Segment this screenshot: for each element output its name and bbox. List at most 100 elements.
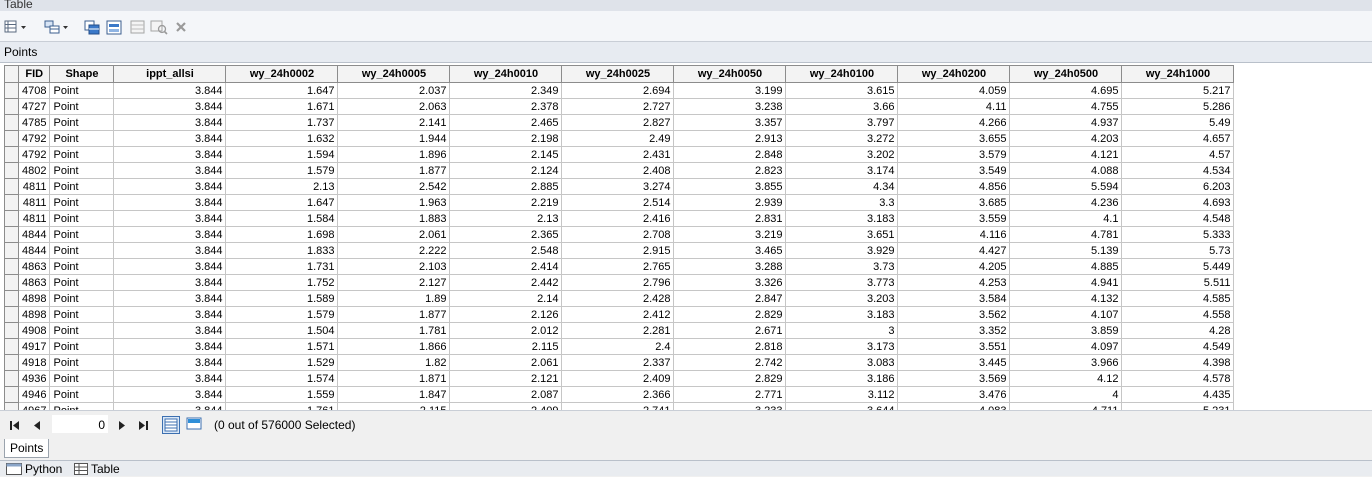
table-cell[interactable]: 4.427 [897,242,1011,259]
next-record-icon[interactable] [114,418,128,432]
table-cell[interactable]: 1.579 [225,162,339,179]
table-cell[interactable]: 2.365 [449,226,563,243]
table-cell[interactable]: 2.49 [561,130,675,147]
table-cell[interactable]: 5.286 [1121,98,1235,115]
table-row[interactable]: 4946 Point 3.844 1.559 1.847 2.087 2.366 2.771 3… [4,386,1235,403]
table-cell[interactable]: 2.831 [673,210,787,227]
switch-selection-icon[interactable] [106,19,122,35]
table-cell[interactable]: 3.183 [785,306,899,323]
table-cell[interactable]: 3.844 [113,210,227,227]
table-cell[interactable]: 2.127 [337,274,451,291]
table-cell[interactable]: 5.217 [1121,82,1235,99]
table-cell[interactable]: 4811 [17,178,51,195]
table-cell[interactable]: 3.844 [113,386,227,403]
table-cell[interactable]: 4811 [17,194,51,211]
table-cell[interactable]: 1.671 [225,98,339,115]
table-cell[interactable]: 4.711 [1009,402,1123,410]
table-cell[interactable]: 4898 [17,290,51,307]
table-cell[interactable]: 4.203 [1009,130,1123,147]
table-cell[interactable]: 2.848 [673,146,787,163]
table-cell[interactable]: 3 [785,322,899,339]
table-cell[interactable]: 3.844 [113,322,227,339]
previous-record-icon[interactable] [30,418,44,432]
table-cell[interactable]: 2.414 [449,258,563,275]
table-cell[interactable]: 2.012 [449,322,563,339]
row-selector[interactable] [4,338,19,355]
select-by-attributes-icon[interactable] [84,19,100,35]
table-cell[interactable]: 2.913 [673,130,787,147]
table-cell[interactable]: 4908 [17,322,51,339]
table-cell[interactable]: 3.844 [113,274,227,291]
column-header[interactable]: wy_24h1000 [1121,65,1235,83]
table-row[interactable]: 4908 Point 3.844 1.504 1.781 2.012 2.281 2.671 3… [4,322,1235,339]
table-cell[interactable]: 2.847 [673,290,787,307]
table-cell[interactable]: 3.797 [785,114,899,131]
table-cell[interactable]: 3.579 [897,146,1011,163]
table-cell[interactable]: 1.877 [337,306,451,323]
tab-points[interactable]: Points [4,439,50,458]
table-cell[interactable]: 4.755 [1009,98,1123,115]
table-cell[interactable]: 2.349 [449,82,563,99]
table-cell[interactable]: 5.49 [1121,114,1235,131]
table-cell[interactable]: 3.352 [897,322,1011,339]
row-selector[interactable] [4,322,19,339]
table-cell[interactable]: 1.883 [337,210,451,227]
column-header[interactable]: wy_24h0005 [337,65,451,83]
table-cell[interactable]: 2.742 [673,354,787,371]
table-row[interactable]: 4898 Point 3.844 1.579 1.877 2.126 2.412 2.829 3… [4,306,1235,323]
table-cell[interactable]: 2.741 [561,402,675,410]
table-cell[interactable]: Point [49,370,115,387]
table-cell[interactable]: 4.236 [1009,194,1123,211]
table-cell[interactable]: 3.233 [673,402,787,410]
row-selector[interactable] [4,162,19,179]
table-cell[interactable]: 5.511 [1121,274,1235,291]
table-cell[interactable]: Point [49,130,115,147]
table-cell[interactable]: Point [49,242,115,259]
table-cell[interactable]: 1.504 [225,322,339,339]
table-cell[interactable]: 2.514 [561,194,675,211]
table-cell[interactable]: 3.66 [785,98,899,115]
table-cell[interactable]: 5.231 [1121,402,1235,410]
first-record-icon[interactable] [8,418,22,432]
table-cell[interactable]: 3.859 [1009,322,1123,339]
table-cell[interactable]: 1.833 [225,242,339,259]
table-cell[interactable]: 4.657 [1121,130,1235,147]
table-cell[interactable]: 1.866 [337,338,451,355]
row-selector[interactable] [4,146,19,163]
table-cell[interactable]: 4863 [17,258,51,275]
table-cell[interactable]: 1.584 [225,210,339,227]
table-cell[interactable]: 4917 [17,338,51,355]
table-cell[interactable]: 2.14 [449,290,563,307]
table-row[interactable]: 4898 Point 3.844 1.589 1.89 2.14 2.428 2.847 3.2… [4,290,1235,307]
table-cell[interactable]: Point [49,338,115,355]
table-cell[interactable]: 3.559 [897,210,1011,227]
table-cell[interactable]: Point [49,290,115,307]
table-cell[interactable]: 1.579 [225,306,339,323]
table-cell[interactable]: 4.941 [1009,274,1123,291]
column-header[interactable]: wy_24h0500 [1009,65,1123,83]
table-cell[interactable]: 5.449 [1121,258,1235,275]
table-cell[interactable]: 3.183 [785,210,899,227]
table-cell[interactable]: 3.966 [1009,354,1123,371]
table-cell[interactable]: 2.124 [449,162,563,179]
table-cell[interactable]: 4.253 [897,274,1011,291]
row-selector[interactable] [4,386,19,403]
table-cell[interactable]: 3.844 [113,306,227,323]
table-cell[interactable]: 3.445 [897,354,1011,371]
table-cell[interactable]: 2.281 [561,322,675,339]
table-cell[interactable]: 2.409 [561,370,675,387]
table-cell[interactable]: 3.219 [673,226,787,243]
table-cell[interactable]: 3.844 [113,354,227,371]
table-cell[interactable]: 2.465 [449,114,563,131]
table-cell[interactable]: 4898 [17,306,51,323]
table-cell[interactable]: 1.559 [225,386,339,403]
row-selector[interactable] [4,402,19,410]
table-cell[interactable]: 4.116 [897,226,1011,243]
table-cell[interactable]: 2.818 [673,338,787,355]
table-cell[interactable]: 4 [1009,386,1123,403]
table-cell[interactable]: 4.549 [1121,338,1235,355]
table-cell[interactable]: 3.844 [113,370,227,387]
row-selector[interactable] [4,274,19,291]
table-cell[interactable]: 4802 [17,162,51,179]
table-cell[interactable]: 3.844 [113,178,227,195]
